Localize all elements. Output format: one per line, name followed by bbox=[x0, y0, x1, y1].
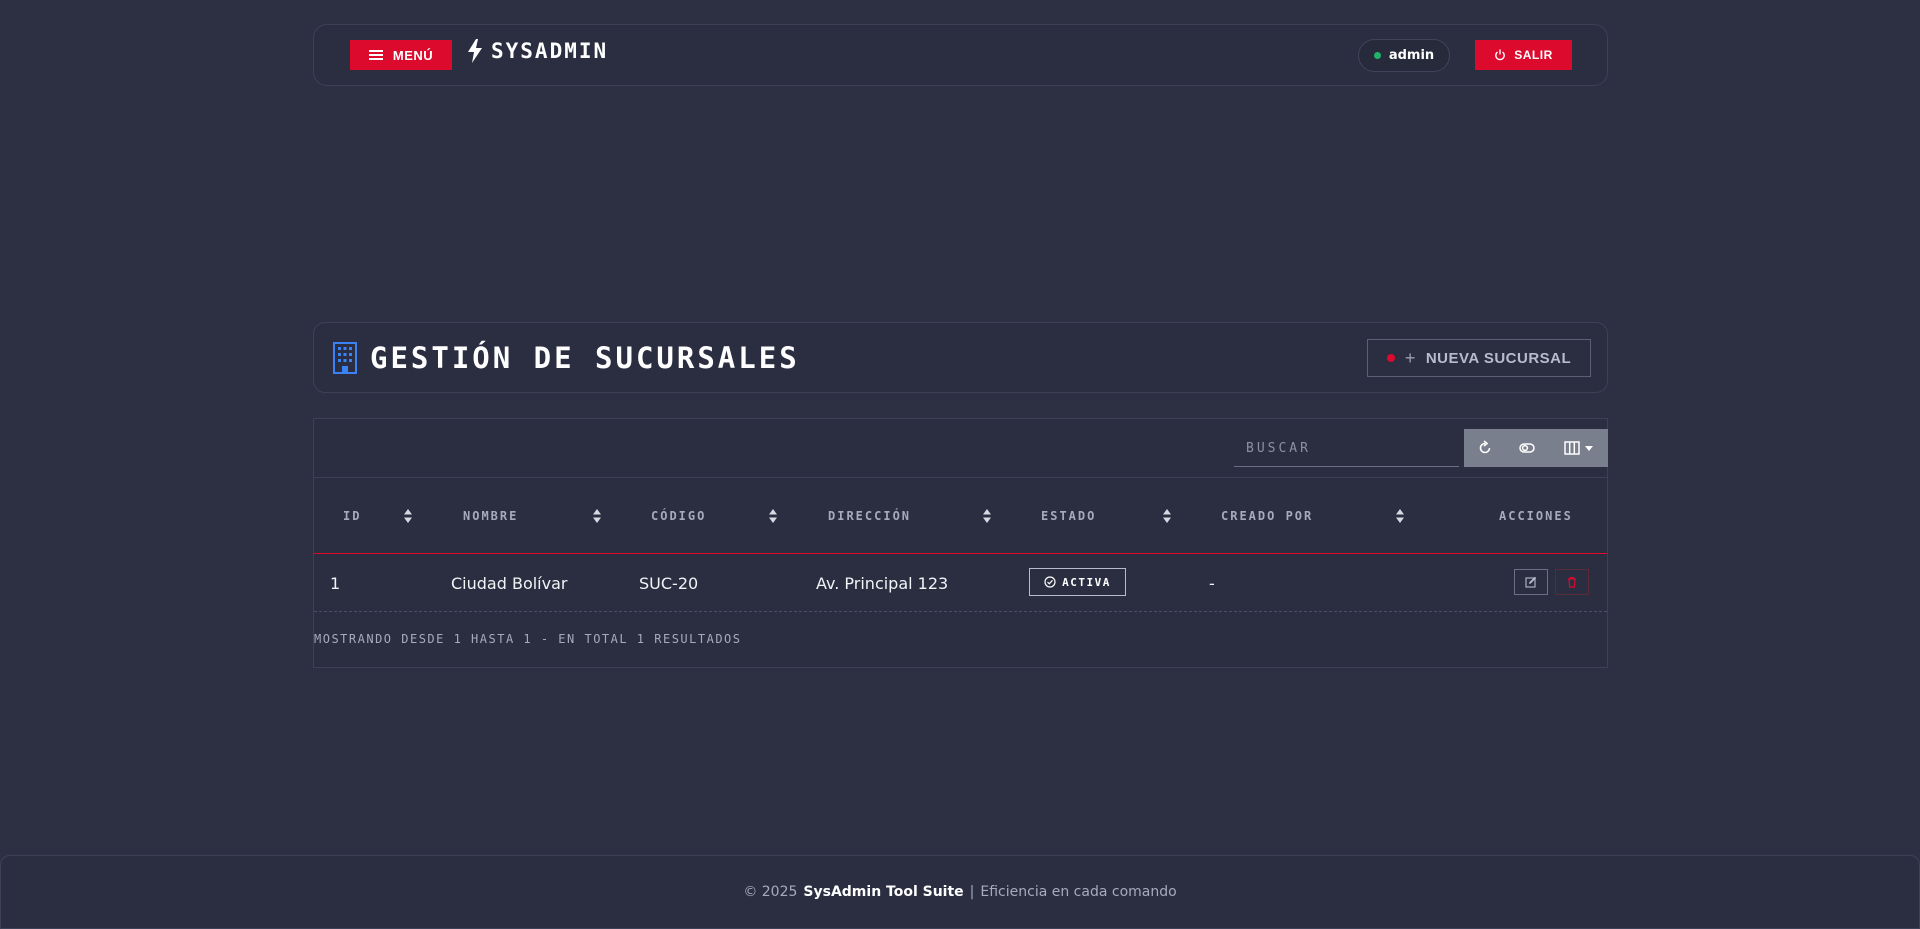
column-header-direccion[interactable]: DIRECCIÓN bbox=[828, 478, 911, 554]
cell-nombre: Ciudad Bolívar bbox=[451, 573, 568, 593]
cell-id: 1 bbox=[330, 573, 341, 593]
column-header-estado[interactable]: ESTADO bbox=[1041, 478, 1096, 554]
columns-dropdown-button[interactable] bbox=[1548, 429, 1608, 467]
column-header-acciones: ACCIONES bbox=[1499, 509, 1573, 523]
status-badge: ACTIVA bbox=[1029, 568, 1126, 596]
footer-product: SysAdmin Tool Suite bbox=[803, 884, 964, 900]
sort-icon[interactable] bbox=[1396, 509, 1404, 523]
column-header-id[interactable]: ID bbox=[343, 478, 361, 554]
page-header: GESTIÓN DE SUCURSALES + NUEVA SUCURSAL bbox=[313, 322, 1608, 393]
new-branch-button-label: NUEVA SUCURSAL bbox=[1425, 349, 1572, 367]
sort-icon[interactable] bbox=[404, 509, 412, 523]
sort-icon[interactable] bbox=[769, 509, 777, 523]
refresh-button[interactable] bbox=[1464, 429, 1506, 467]
table-tool-group bbox=[1464, 429, 1608, 467]
power-icon bbox=[1495, 49, 1506, 61]
logout-button-label: SALIR bbox=[1514, 48, 1553, 62]
hamburger-icon bbox=[368, 50, 383, 60]
pagination-info: MOSTRANDO DESDE 1 HASTA 1 - EN TOTAL 1 R… bbox=[314, 632, 742, 646]
online-status-icon bbox=[1373, 52, 1381, 59]
page-footer: © 2025 SysAdmin Tool Suite | Eficiencia … bbox=[0, 855, 1920, 929]
building-icon bbox=[333, 342, 357, 374]
menu-button[interactable]: MENÚ bbox=[350, 40, 452, 70]
sort-icon[interactable] bbox=[1163, 509, 1171, 523]
cell-creado-por: - bbox=[1209, 573, 1215, 593]
column-header-nombre[interactable]: NOMBRE bbox=[463, 478, 518, 554]
search-input[interactable] bbox=[1234, 431, 1459, 467]
plus-icon: + bbox=[1404, 348, 1416, 368]
top-navbar: MENÚ SYSADMIN admin SALIR bbox=[313, 24, 1608, 86]
footer-copyright: © 2025 bbox=[743, 884, 798, 900]
cell-codigo: SUC-20 bbox=[639, 573, 699, 593]
sort-icon[interactable] bbox=[983, 509, 991, 523]
caret-down-icon bbox=[1584, 445, 1593, 451]
record-dot-icon bbox=[1386, 354, 1395, 362]
sort-icon[interactable] bbox=[593, 509, 601, 523]
bolt-icon bbox=[468, 39, 482, 63]
columns-icon bbox=[1563, 441, 1580, 455]
brand-name: SYSADMIN bbox=[491, 39, 609, 63]
edit-icon bbox=[1525, 576, 1537, 588]
check-circle-icon bbox=[1044, 576, 1056, 588]
brand[interactable]: SYSADMIN bbox=[467, 39, 608, 63]
new-branch-button[interactable]: + NUEVA SUCURSAL bbox=[1367, 339, 1591, 377]
logout-button[interactable]: SALIR bbox=[1475, 40, 1572, 70]
branches-table-card: ID NOMBRE CÓDIGO DIRECCIÓN ESTADO CREADO… bbox=[313, 418, 1608, 668]
user-badge[interactable]: admin bbox=[1358, 39, 1450, 72]
footer-separator: | bbox=[969, 884, 975, 900]
username: admin bbox=[1388, 48, 1435, 63]
menu-button-label: MENÚ bbox=[392, 47, 434, 63]
column-header-codigo[interactable]: CÓDIGO bbox=[651, 478, 706, 554]
refresh-icon bbox=[1479, 440, 1491, 454]
column-header-creado-por[interactable]: CREADO POR bbox=[1221, 478, 1313, 554]
toggle-icon bbox=[1519, 443, 1535, 453]
table-toolbar bbox=[314, 419, 1608, 478]
status-badge-label: ACTIVA bbox=[1062, 575, 1111, 589]
cell-direccion: Av. Principal 123 bbox=[816, 573, 949, 593]
table-row[interactable]: 1 Ciudad Bolívar SUC-20 Av. Principal 12… bbox=[314, 554, 1607, 612]
trash-icon bbox=[1568, 576, 1576, 588]
edit-button[interactable] bbox=[1514, 569, 1548, 595]
page-title: GESTIÓN DE SUCURSALES bbox=[370, 341, 800, 375]
delete-button[interactable] bbox=[1555, 569, 1589, 595]
toggle-view-button[interactable] bbox=[1506, 429, 1548, 467]
footer-tagline: Eficiencia en cada comando bbox=[980, 884, 1177, 900]
table-header: ID NOMBRE CÓDIGO DIRECCIÓN ESTADO CREADO… bbox=[314, 478, 1607, 554]
